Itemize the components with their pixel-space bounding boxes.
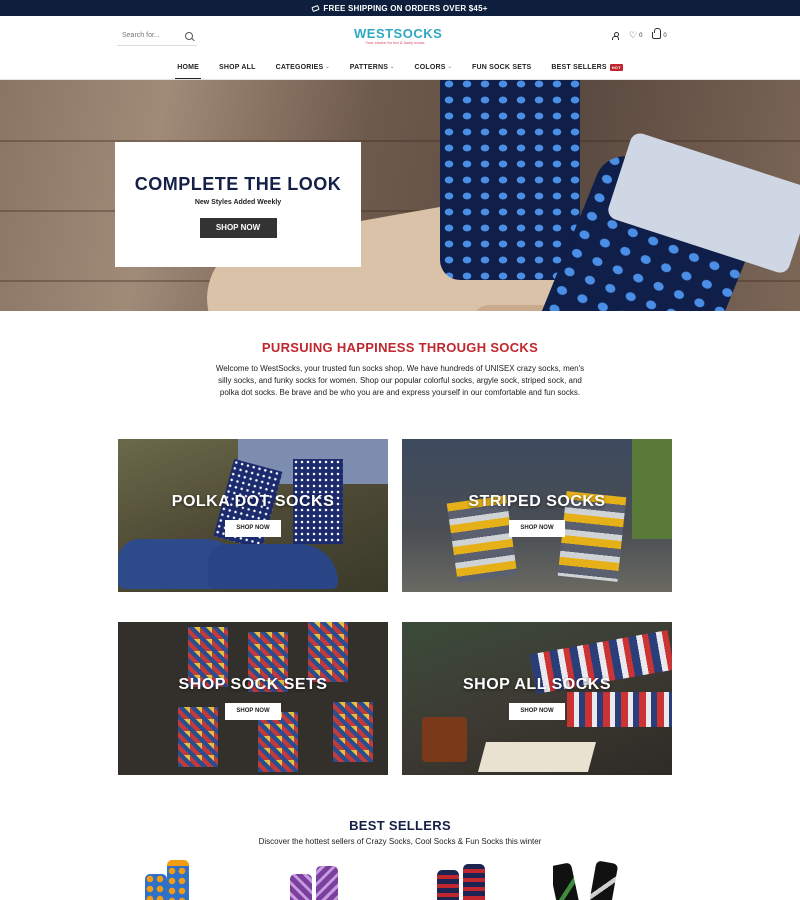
- tile-shop-now-button[interactable]: SHOP NOW: [225, 703, 281, 720]
- hot-badge: HOT: [609, 63, 623, 71]
- cart-count: 0: [663, 32, 667, 39]
- product-image: [145, 874, 167, 900]
- tile-image: [333, 702, 373, 762]
- nav-item-fun-sock-sets[interactable]: FUN SOCK SETS: [470, 56, 533, 80]
- nav-item-shop-all[interactable]: SHOP ALL: [217, 56, 258, 80]
- chevron-down-icon: ⌄: [447, 64, 453, 70]
- tile-striped-socks[interactable]: STRIPED SOCKS SHOP NOW: [402, 439, 672, 592]
- hero-title: COMPLETE THE LOOK: [134, 174, 342, 194]
- product-card[interactable]: [290, 860, 360, 900]
- tile-label: SHOP SOCK SETS: [178, 676, 328, 693]
- announcement-text: FREE SHIPPING ON ORDERS OVER $45+: [323, 3, 488, 13]
- announcement-bar: FREE SHIPPING ON ORDERS OVER $45+: [0, 0, 800, 16]
- best-sellers-subtitle: Discover the hottest sellers of Crazy So…: [258, 837, 542, 846]
- chevron-down-icon: ⌄: [325, 64, 330, 70]
- tile-label: SHOP ALL SOCKS: [462, 676, 612, 693]
- hero-sock-image: [440, 80, 580, 280]
- nav-label: PATTERNS: [349, 63, 389, 71]
- hero-subtitle: New Styles Added Weekly: [194, 199, 282, 206]
- product-card[interactable]: [437, 860, 507, 900]
- product-card[interactable]: [145, 860, 215, 900]
- tile-shop-all-socks[interactable]: SHOP ALL SOCKS SHOP NOW: [402, 622, 672, 775]
- hero-card: COMPLETE THE LOOK New Styles Added Weekl…: [115, 142, 361, 267]
- wishlist-count: 0: [639, 32, 643, 39]
- product-image: [463, 864, 485, 900]
- intro-body: Welcome to WestSocks, your trusted fun s…: [215, 364, 585, 397]
- tile-shop-sock-sets[interactable]: SHOP SOCK SETS SHOP NOW: [118, 622, 388, 775]
- cart-icon: [652, 28, 662, 39]
- nav-item-colors[interactable]: COLORS ⌄: [412, 56, 454, 80]
- cart-button[interactable]: 0: [652, 28, 667, 39]
- account-button[interactable]: [612, 31, 619, 40]
- tile-shop-now-button[interactable]: SHOP NOW: [225, 520, 281, 537]
- tile-image: [258, 712, 298, 772]
- chevron-down-icon: ⌄: [390, 64, 395, 70]
- tile-label: POLKA DOT SOCKS: [171, 493, 335, 510]
- intro-heading: PURSUING HAPPINESS THROUGH SOCKS: [261, 340, 539, 355]
- tile-image: [422, 717, 467, 762]
- tile-polka-dot-socks[interactable]: POLKA DOT SOCKS SHOP NOW: [118, 439, 388, 592]
- product-image: [316, 866, 338, 900]
- product-image: [589, 860, 619, 900]
- logo-name: WESTSOCKS: [354, 26, 443, 41]
- header-icons: ♡ 0 0: [612, 28, 667, 40]
- tile-image: [178, 707, 218, 767]
- site-logo[interactable]: WESTSOCKS Your choice for fun & funky so…: [354, 26, 443, 45]
- wishlist-button[interactable]: ♡ 0: [629, 31, 642, 40]
- search-input[interactable]: Search for...: [117, 32, 160, 39]
- heart-icon: ♡: [629, 30, 638, 40]
- logo-tagline: Your choice for fun & funky socks: [365, 40, 425, 45]
- nav-label: COLORS: [414, 63, 446, 71]
- nav-item-home[interactable]: HOME: [175, 56, 202, 80]
- tile-image: [477, 742, 597, 772]
- product-image: [167, 860, 189, 900]
- hero-shop-now-button[interactable]: SHOP NOW: [199, 218, 277, 238]
- tile-image: [308, 622, 348, 682]
- product-image: [553, 862, 579, 900]
- user-icon: [612, 31, 619, 40]
- main-nav: HOME SHOP ALL CATEGORIES ⌄ PATTERNS ⌄ COLO…: [0, 56, 800, 80]
- nav-item-categories[interactable]: CATEGORIES ⌄: [274, 56, 332, 80]
- best-sellers-heading: BEST SELLERS: [349, 818, 451, 833]
- tag-icon: [311, 4, 321, 12]
- tile-image: [632, 439, 672, 539]
- nav-label: CATEGORIES: [275, 63, 324, 71]
- nav-item-best-sellers[interactable]: BEST SELLERS HOT: [549, 56, 624, 80]
- nav-label: SHOP ALL: [219, 63, 256, 71]
- product-card[interactable]: [553, 860, 623, 900]
- best-sellers-section: BEST SELLERS Discover the hottest seller…: [0, 818, 800, 846]
- tile-shop-now-button[interactable]: SHOP NOW: [509, 703, 565, 720]
- tile-shop-now-button[interactable]: SHOP NOW: [509, 520, 565, 537]
- nav-label: FUN SOCK SETS: [472, 63, 532, 71]
- nav-item-patterns[interactable]: PATTERNS ⌄: [348, 56, 397, 80]
- product-image: [290, 874, 312, 900]
- hero-banner: COMPLETE THE LOOK New Styles Added Weekl…: [0, 80, 800, 311]
- nav-label: BEST SELLERS: [551, 63, 607, 71]
- intro-section: PURSUING HAPPINESS THROUGH SOCKS Welcome…: [0, 340, 800, 399]
- search-icon[interactable]: [185, 31, 193, 40]
- tile-image: [567, 692, 672, 727]
- tile-image: [208, 544, 338, 589]
- tile-label: STRIPED SOCKS: [468, 493, 606, 510]
- nav-label: HOME: [177, 63, 200, 71]
- search-bar[interactable]: Search for...: [117, 26, 197, 46]
- product-image: [437, 870, 459, 900]
- site-header: Search for... WESTSOCKS Your choice for …: [0, 16, 800, 56]
